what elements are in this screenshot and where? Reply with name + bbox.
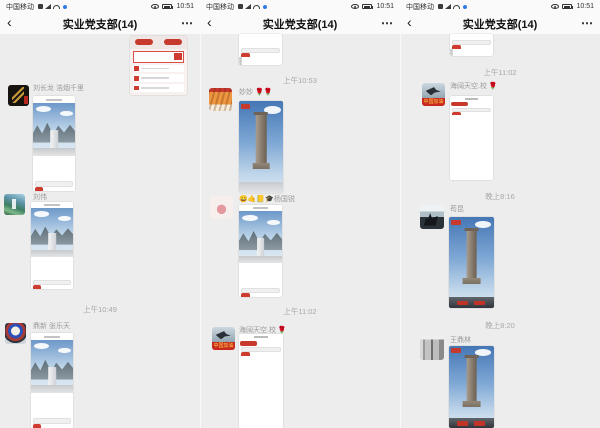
phone-screenshot-1: 中国移动 10:51 ‹ 实业党支部(14) ⋯ 刘长龙 浩烟千里 刘伟 上午1…	[0, 0, 200, 428]
sender-name: 刘伟	[33, 194, 47, 202]
carrier-label: 中国移动	[6, 2, 34, 12]
shared-image-monument-tower[interactable]	[449, 346, 494, 428]
jet-icon	[216, 331, 231, 339]
timestamp: 晚上8:16	[400, 191, 600, 202]
avatar-fighter-jet[interactable]: 中国加油	[422, 83, 445, 106]
battery-icon	[562, 4, 572, 9]
avatar-opera-mask[interactable]	[5, 323, 26, 344]
eye-icon	[551, 4, 559, 9]
location-dot-icon	[463, 5, 467, 9]
wifi-icon	[253, 5, 260, 9]
wifi-icon	[53, 5, 60, 9]
avatar-banner-text: 中国加油	[212, 342, 235, 350]
chat-title: 实业党支部(14)	[63, 16, 138, 32]
sim-icon	[38, 4, 43, 9]
back-icon[interactable]: ‹	[207, 14, 212, 30]
shared-image-app-fragment[interactable]	[239, 34, 282, 65]
eye-icon	[151, 4, 159, 9]
status-bar: 中国移动 10:51	[400, 0, 600, 13]
sender-name: 鼎新 张乐天	[33, 323, 70, 331]
nav-bar: ‹ 实业党支部(14) ⋯	[0, 13, 200, 34]
sender-name: 海阔天空.校 🌹	[450, 83, 498, 91]
avatar-calligraphy[interactable]	[8, 85, 29, 106]
signal-icon	[45, 4, 51, 9]
chat-area: 上午11:02 中国加油 海阔天空.校 🌹 晚上8:16 苟昆 晚上8:20 王…	[400, 34, 600, 428]
avatar-wolf[interactable]	[420, 205, 444, 229]
chat-area: 上午10:53 妙妙 🌹🌹 😄🤙📒🎓杨国锐 上午11:02 中国加油 海阔天空.…	[200, 34, 400, 428]
chat-area: 刘长龙 浩烟千里 刘伟 上午10:49 鼎新 张乐天	[0, 34, 200, 428]
status-time: 10:51	[376, 3, 394, 10]
avatar-waterfall[interactable]	[4, 194, 25, 215]
eye-icon	[351, 4, 359, 9]
status-time: 10:51	[576, 3, 594, 10]
sim-icon	[438, 4, 443, 9]
shared-image-portraits-grid[interactable]	[450, 96, 493, 180]
timestamp: 上午11:02	[200, 306, 400, 317]
signal-icon	[245, 4, 251, 9]
carrier-label: 中国移动	[406, 2, 434, 12]
back-icon[interactable]: ‹	[7, 14, 12, 30]
timestamp: 上午10:53	[200, 75, 400, 86]
shared-image-portraits-grid[interactable]	[239, 334, 283, 428]
nav-bar: ‹ 实业党支部(14) ⋯	[200, 13, 400, 34]
chat-title: 实业党支部(14)	[263, 16, 338, 32]
avatar-fighter-jet[interactable]: 中国加油	[212, 327, 235, 350]
status-bar: 中国移动 10:51	[200, 0, 400, 13]
shared-image-monument-app[interactable]	[239, 205, 282, 297]
shared-image-app-fragment[interactable]	[450, 34, 493, 56]
phone-screenshot-3: 中国移动 10:51 ‹ 实业党支部(14) ⋯ 上午11:02 中国加油 海阔…	[400, 0, 600, 428]
shared-image-app-fragment[interactable]	[130, 36, 187, 95]
timestamp: 上午10:49	[0, 304, 200, 315]
sender-name: 苟昆	[450, 206, 464, 214]
location-dot-icon	[263, 5, 267, 9]
avatar-building-photo[interactable]	[420, 336, 444, 360]
sender-name: 王鼎林	[450, 337, 471, 345]
shared-image-monument-app[interactable]	[33, 96, 75, 191]
status-time: 10:51	[176, 3, 194, 10]
timestamp: 晚上8:20	[400, 320, 600, 331]
sender-name: 刘长龙 浩烟千里	[33, 85, 84, 93]
location-dot-icon	[63, 5, 67, 9]
back-icon[interactable]: ‹	[407, 14, 412, 30]
battery-icon	[362, 4, 372, 9]
shared-image-monument-tower[interactable]	[449, 217, 494, 308]
avatar-banner-text: 中国加油	[422, 98, 445, 106]
more-icon[interactable]: ⋯	[381, 16, 394, 30]
carrier-label: 中国移动	[206, 2, 234, 12]
shared-image-monument-tower[interactable]	[239, 101, 283, 193]
status-bar: 中国移动 10:51	[0, 0, 200, 13]
screenshot-collage: 中国移动 10:51 ‹ 实业党支部(14) ⋯ 刘长龙 浩烟千里 刘伟 上午1…	[0, 0, 600, 428]
avatar-pink-cartoon[interactable]	[210, 196, 233, 219]
more-icon[interactable]: ⋯	[581, 16, 594, 30]
chat-title: 实业党支部(14)	[463, 16, 538, 32]
sender-name: 妙妙 🌹🌹	[239, 89, 272, 97]
sim-icon	[238, 4, 243, 9]
timestamp: 上午11:02	[400, 67, 600, 78]
shared-image-monument-app[interactable]	[31, 202, 73, 289]
wifi-icon	[453, 5, 460, 9]
phone-screenshot-2: 中国移动 10:51 ‹ 实业党支部(14) ⋯ 上午10:53 妙妙 🌹🌹 😄…	[200, 0, 400, 428]
signal-icon	[445, 4, 451, 9]
sender-name: 😄🤙📒🎓杨国锐	[239, 196, 295, 204]
nav-bar: ‹ 实业党支部(14) ⋯	[400, 13, 600, 34]
avatar-tiger[interactable]	[209, 88, 232, 111]
more-icon[interactable]: ⋯	[181, 16, 194, 30]
battery-icon	[162, 4, 172, 9]
jet-icon	[426, 87, 441, 95]
shared-image-monument-app[interactable]	[31, 333, 73, 428]
